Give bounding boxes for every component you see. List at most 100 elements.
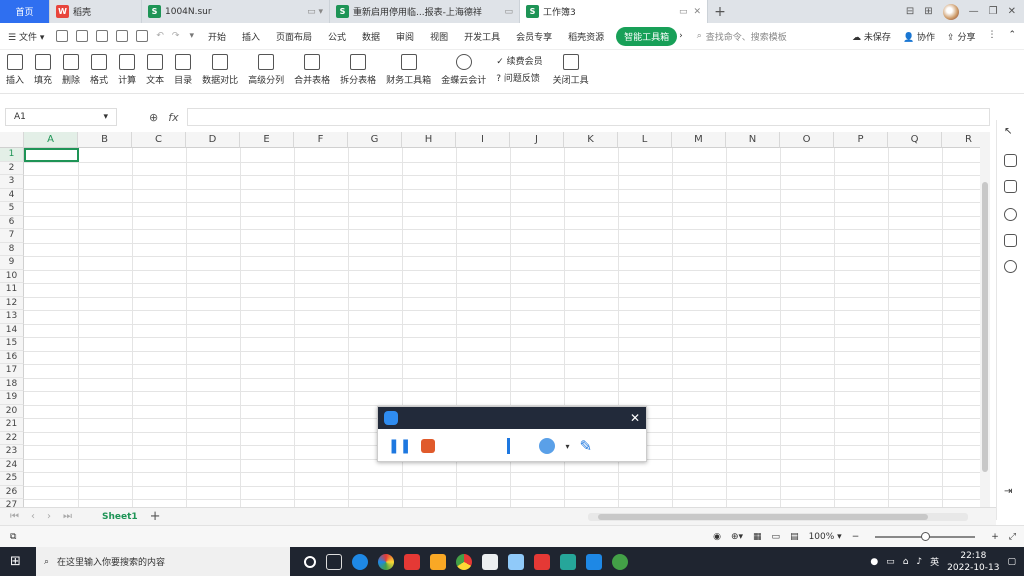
minimize-icon[interactable]: — [969, 6, 979, 17]
chevron-down-icon[interactable]: ▾ [565, 442, 569, 451]
settings-sliders-icon[interactable] [1004, 154, 1017, 167]
tab-report[interactable]: S 重新启用停用临...报表-上海德祥 ▭ [330, 0, 520, 23]
menu-member[interactable]: 会员专享 [508, 30, 560, 43]
wps-office-icon[interactable] [534, 553, 550, 570]
location-icon[interactable] [1004, 260, 1017, 273]
row-header[interactable]: 7 [0, 229, 24, 243]
normal-view-icon[interactable]: ▦ [753, 532, 762, 542]
column-header[interactable]: M [672, 132, 726, 148]
fullscreen-icon[interactable]: ⤢ [1009, 532, 1016, 542]
row-header[interactable]: 26 [0, 485, 24, 499]
restore-icon[interactable]: ❐ [989, 6, 998, 17]
print-preview-icon[interactable] [116, 30, 129, 42]
page-break-view-icon[interactable]: ▤ [790, 532, 799, 542]
row-header[interactable]: 10 [0, 269, 24, 283]
task-view-icon[interactable] [326, 553, 342, 570]
column-header[interactable]: P [834, 132, 888, 148]
row-header[interactable]: 15 [0, 337, 24, 351]
column-header[interactable]: A [24, 132, 78, 148]
split-tables-tool[interactable]: 拆分表格 [340, 50, 376, 86]
pause-icon[interactable]: ❚❚ [388, 438, 411, 454]
save-icon[interactable] [56, 30, 69, 42]
row-header[interactable]: 19 [0, 391, 24, 405]
add-tab-button[interactable]: + [708, 0, 732, 23]
grid-apps-icon[interactable]: ⊞ [924, 6, 932, 17]
row-header[interactable]: 8 [0, 242, 24, 256]
prev-sheet-icon[interactable]: ‹ [31, 511, 35, 522]
formula-input[interactable] [186, 108, 990, 126]
recorder-titlebar[interactable]: ✕ [378, 407, 646, 429]
collapse-ribbon-icon[interactable]: ⌃ [1008, 30, 1016, 43]
tab-home[interactable]: 首页 [0, 0, 50, 23]
menu-insert[interactable]: 插入 [234, 30, 268, 43]
row-header[interactable]: 2 [0, 161, 24, 175]
windows-start-icon[interactable]: ⊞ [10, 554, 21, 569]
row-header[interactable]: 11 [0, 283, 24, 297]
color-app-icon[interactable] [378, 553, 394, 570]
zoom-app-icon[interactable] [560, 553, 576, 570]
insert-tool[interactable]: 插入 [6, 50, 24, 86]
backup-icon[interactable] [1004, 234, 1017, 247]
tablet-app-icon[interactable] [586, 553, 602, 570]
format-painter-icon[interactable] [136, 30, 149, 42]
column-header[interactable]: N [726, 132, 780, 148]
eye-protection-icon[interactable]: ◉ [713, 532, 721, 542]
row-header[interactable]: 5 [0, 202, 24, 216]
customize-icon[interactable]: ▾ [189, 31, 194, 41]
menu-start[interactable]: 开始 [200, 30, 234, 43]
menu-review[interactable]: 审阅 [388, 30, 422, 43]
command-search[interactable]: ⌕ 查找命令、搜索模板 [697, 30, 787, 43]
sheet-tab-sheet1[interactable]: Sheet1 [90, 512, 150, 522]
wechat-icon[interactable] [612, 553, 628, 570]
close-window-icon[interactable]: ✕ [1008, 6, 1016, 17]
delete-tool[interactable]: 删除 [62, 50, 80, 86]
redo-icon[interactable]: ↷ [172, 31, 180, 41]
cortana-icon[interactable] [304, 555, 316, 568]
zoom-knob[interactable] [921, 531, 931, 541]
taskbar-search[interactable]: ⌕ 在这里输入你要搜索的内容 [36, 547, 290, 576]
smart-toolbox-tab[interactable]: 智能工具箱 [616, 26, 678, 46]
scroll-thumb[interactable] [982, 182, 988, 472]
tab-controls[interactable]: ▭ [504, 7, 513, 17]
select-all-corner[interactable] [0, 132, 24, 148]
zoom-out-icon[interactable]: − [852, 532, 860, 542]
close-tools-button[interactable]: 关闭工具 [553, 50, 589, 86]
file-menu[interactable]: ☰ 文件 ▾ [0, 30, 52, 43]
fx-icon[interactable]: fx [168, 111, 178, 124]
zoom-in-icon[interactable]: + [991, 532, 999, 542]
toc-tool[interactable]: 目录 [174, 50, 192, 86]
row-header[interactable]: 23 [0, 445, 24, 459]
first-sheet-icon[interactable]: ⏮ [10, 511, 19, 522]
row-header[interactable]: 25 [0, 472, 24, 486]
row-header[interactable]: 6 [0, 215, 24, 229]
menu-data[interactable]: 数据 [354, 30, 388, 43]
column-header[interactable]: F [294, 132, 348, 148]
last-sheet-icon[interactable]: ⏭ [63, 511, 72, 522]
column-header[interactable]: G [348, 132, 402, 148]
file-explorer-icon[interactable] [430, 553, 446, 570]
tab-1004n[interactable]: S 1004N.sur ▭ ▾ [142, 0, 330, 23]
avatar[interactable] [942, 3, 959, 20]
unsaved-status[interactable]: ☁ 未保存 [852, 30, 891, 43]
clock[interactable]: 22:18 2022-10-13 [947, 550, 999, 574]
vertical-scrollbar[interactable] [980, 132, 990, 507]
column-header[interactable]: B [78, 132, 132, 148]
layout-icon[interactable]: ⊟ [906, 6, 914, 17]
calculate-tool[interactable]: 计算 [118, 50, 136, 86]
undo-icon[interactable]: ↶ [156, 31, 164, 41]
row-header[interactable]: 9 [0, 256, 24, 270]
scroll-thumb[interactable] [598, 514, 928, 520]
macro-icon[interactable]: ⧉ [10, 532, 16, 542]
merge-tables-tool[interactable]: 合并表格 [294, 50, 330, 86]
calculator-app-icon[interactable] [482, 553, 498, 570]
row-header[interactable]: 17 [0, 364, 24, 378]
menu-dev-tools[interactable]: 开发工具 [456, 30, 508, 43]
zoom-search-icon[interactable]: ⊕ [149, 111, 158, 124]
row-header[interactable]: 1 [0, 148, 24, 162]
column-header[interactable]: Q [888, 132, 942, 148]
close-icon[interactable]: ✕ [630, 411, 640, 425]
row-header[interactable]: 18 [0, 377, 24, 391]
menu-page-layout[interactable]: 页面布局 [268, 30, 320, 43]
chrome-icon[interactable] [456, 553, 472, 570]
tab-controls[interactable]: ▭ ▾ [307, 7, 323, 17]
